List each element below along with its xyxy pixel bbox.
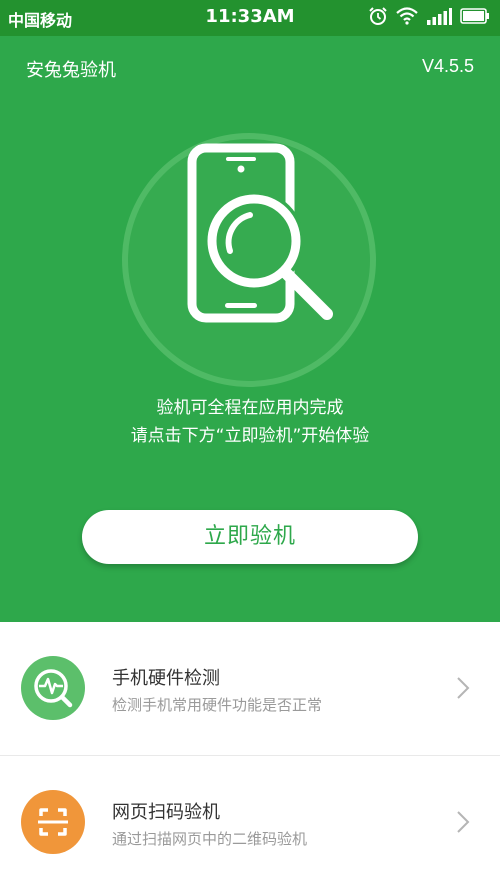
phone-search-icon <box>187 143 333 323</box>
chevron-right-icon <box>456 676 470 704</box>
hero-panel: 安兔兔验机 V4.5.5 验机可全程在应用内完成 请点击下方“立即验机”开始体验… <box>0 36 500 622</box>
status-icons <box>368 7 490 29</box>
wifi-icon <box>396 7 418 29</box>
item-subtitle: 检测手机常用硬件功能是否正常 <box>112 696 323 714</box>
alarm-icon <box>368 6 388 30</box>
start-check-button[interactable]: 立即验机 <box>82 510 418 564</box>
item-title: 手机硬件检测 <box>112 668 220 689</box>
description-line-2: 请点击下方“立即验机”开始体验 <box>130 426 370 446</box>
feature-list: 手机硬件检测 检测手机常用硬件功能是否正常 网页扫码验机 通过扫描网页中的二维码… <box>0 622 500 888</box>
hardware-check-icon <box>21 656 85 720</box>
description-line-1: 验机可全程在应用内完成 <box>156 398 344 418</box>
status-bar: 中国移动 11:33AM <box>0 0 500 36</box>
battery-icon <box>460 8 490 28</box>
chevron-right-icon <box>456 810 470 838</box>
hero-description: 验机可全程在应用内完成 请点击下方“立即验机”开始体验 <box>0 394 500 450</box>
list-item-hardware-check[interactable]: 手机硬件检测 检测手机常用硬件功能是否正常 <box>0 622 500 755</box>
scan-code-icon <box>21 790 85 854</box>
phone-search-badge <box>122 133 376 387</box>
list-item-web-scan[interactable]: 网页扫码验机 通过扫描网页中的二维码验机 <box>0 755 500 888</box>
signal-icon <box>426 7 452 29</box>
item-subtitle: 通过扫描网页中的二维码验机 <box>112 830 308 848</box>
app-version: V4.5.5 <box>421 56 474 76</box>
app-title: 安兔兔验机 <box>26 60 116 81</box>
item-title: 网页扫码验机 <box>112 802 220 823</box>
